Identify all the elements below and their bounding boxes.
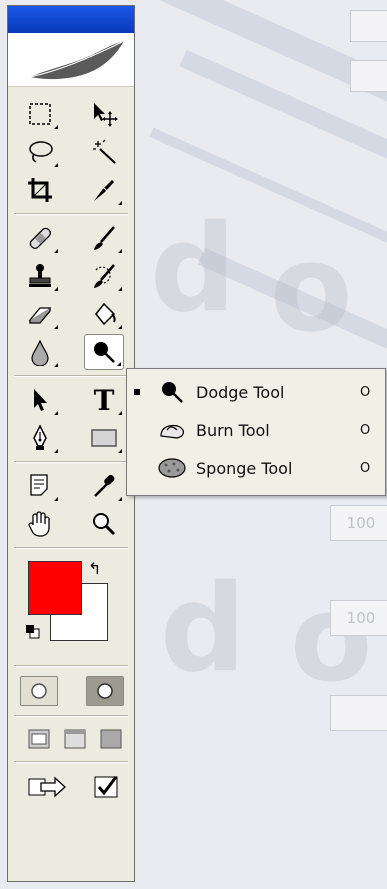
screen-mode-icon [28, 729, 50, 749]
move-icon [94, 103, 118, 127]
sponge-icon [158, 458, 186, 478]
jump-to-imageready-button[interactable] [26, 771, 70, 803]
toolbox-separator [14, 375, 128, 377]
magnifier-icon [93, 513, 116, 536]
stamp-icon [29, 264, 51, 287]
bandage-icon [29, 227, 52, 250]
brush-icon [94, 226, 115, 250]
dodge-tool[interactable] [84, 334, 124, 370]
app-logo[interactable] [8, 33, 134, 87]
notes-tool[interactable] [20, 468, 60, 504]
flyout-item-dodge[interactable]: Dodge Tool O [127, 373, 385, 411]
flyout-item-label: Burn Tool [196, 420, 270, 440]
move-tool[interactable] [84, 96, 124, 132]
blur-tool[interactable] [20, 334, 60, 370]
shortcut-key: O [360, 460, 371, 476]
pen-tool[interactable] [20, 420, 60, 456]
eyedropper-tool[interactable] [84, 468, 124, 504]
selected-bullet-icon [134, 389, 140, 395]
burn-icon [160, 424, 184, 439]
magic-wand-tool[interactable] [84, 134, 124, 170]
crop-tool[interactable] [20, 172, 60, 208]
slice-tool[interactable] [84, 172, 124, 208]
hand-tool[interactable] [20, 506, 60, 542]
toning-tools-flyout: Dodge Tool O Burn Tool O Sponge Tool O [126, 368, 386, 496]
toolbox-titlebar[interactable] [8, 6, 134, 33]
type-icon: T [93, 383, 115, 417]
foreground-color-swatch[interactable] [28, 561, 82, 615]
dodge-icon [162, 382, 183, 403]
feather-icon [29, 40, 125, 80]
eyedropper-icon [94, 474, 115, 497]
shortcut-key: O [360, 422, 371, 438]
healing-brush-tool[interactable] [20, 220, 60, 256]
lasso-icon [29, 141, 53, 163]
toolbox-separator [14, 761, 128, 763]
magic-wand-icon [93, 139, 116, 164]
history-brush-icon [94, 264, 115, 288]
rectangle-icon [91, 429, 117, 447]
marquee-icon [29, 103, 51, 125]
crop-icon [28, 178, 52, 202]
quick-mask-icon [97, 683, 113, 699]
standard-mode-button[interactable] [20, 676, 58, 706]
quick-mask-mode-button[interactable] [86, 676, 124, 706]
eraser-tool[interactable] [20, 296, 60, 332]
toolbox-separator [14, 665, 128, 667]
full-screen-mode-button[interactable] [98, 726, 124, 752]
background-field: 100 [330, 600, 387, 636]
toolbox-panel: T ↰ [7, 5, 135, 882]
paint-bucket-tool[interactable] [84, 296, 124, 332]
lasso-tool[interactable] [20, 134, 60, 170]
standard-mode-icon [31, 683, 47, 699]
eraser-icon [28, 307, 52, 324]
brush-tool[interactable] [84, 220, 124, 256]
full-screen-menu-mode-button[interactable] [62, 726, 88, 752]
path-selection-tool[interactable] [20, 382, 60, 418]
flyout-item-label: Dodge Tool [196, 382, 285, 402]
standard-screen-mode-button[interactable] [26, 726, 52, 752]
toolbox-separator [14, 213, 128, 215]
pen-icon [33, 424, 47, 450]
background-field: 100 [330, 505, 387, 541]
note-icon [30, 474, 48, 496]
flyout-item-label: Sponge Tool [196, 458, 293, 478]
zoom-tool[interactable] [84, 506, 124, 542]
default-colors-icon[interactable] [26, 625, 40, 639]
jump-to-icon [28, 776, 66, 798]
checkmark-icon [94, 776, 118, 798]
rectangular-marquee-tool[interactable] [20, 96, 60, 132]
full-screen-icon [100, 729, 122, 749]
flyout-item-sponge[interactable]: Sponge Tool O [127, 449, 385, 487]
swap-colors-icon[interactable]: ↰ [88, 559, 101, 578]
paint-bucket-icon [95, 302, 116, 326]
type-tool[interactable]: T [84, 382, 124, 418]
toolbox-separator [14, 461, 128, 463]
toolbox-separator [14, 715, 128, 717]
checkmark-button[interactable] [92, 771, 122, 803]
full-screen-menu-icon [64, 729, 86, 749]
drop-icon [31, 339, 49, 366]
clone-stamp-tool[interactable] [20, 258, 60, 294]
slice-icon [94, 180, 114, 201]
flyout-item-burn[interactable]: Burn Tool O [127, 411, 385, 449]
history-brush-tool[interactable] [84, 258, 124, 294]
arrow-icon [34, 389, 47, 411]
rectangle-tool[interactable] [84, 420, 124, 456]
toolbox-separator [14, 547, 128, 549]
hand-icon [28, 511, 50, 537]
shortcut-key: O [360, 384, 371, 400]
background-field [330, 695, 387, 731]
dodge-icon [94, 342, 115, 363]
color-swatches: ↰ [8, 553, 134, 661]
